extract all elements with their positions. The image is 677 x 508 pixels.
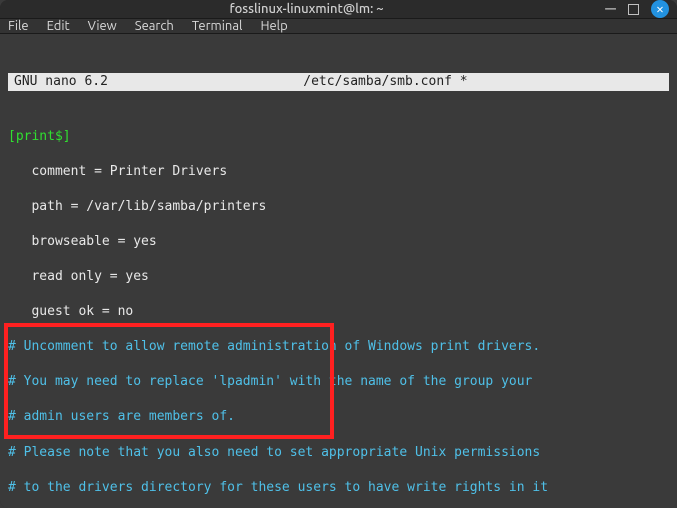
comment-line: # Please note that you also need to set …	[8, 444, 669, 462]
config-section: [print$]	[8, 128, 669, 146]
maximize-icon[interactable]	[628, 4, 639, 15]
menu-edit[interactable]: Edit	[47, 19, 70, 33]
menu-search[interactable]: Search	[135, 19, 174, 33]
config-line: guest ok = no	[8, 303, 669, 321]
terminal-window: fosslinux-linuxmint@lm: ~ — ✕ File Edit …	[0, 0, 677, 508]
menubar: File Edit View Search Terminal Help	[0, 19, 677, 34]
comment-line: # admin users are members of.	[8, 408, 669, 426]
menu-help[interactable]: Help	[260, 19, 287, 33]
window-controls: — ✕	[605, 0, 669, 18]
menu-terminal[interactable]: Terminal	[192, 19, 243, 33]
nano-version: GNU nano 6.2	[14, 73, 108, 91]
menu-view[interactable]: View	[88, 19, 117, 33]
menu-file[interactable]: File	[8, 19, 29, 33]
minimize-icon[interactable]: —	[605, 4, 616, 14]
config-line: read only = yes	[8, 268, 669, 286]
config-line: comment = Printer Drivers	[8, 163, 669, 181]
comment-line: # Uncomment to allow remote administrati…	[8, 338, 669, 356]
config-line: browseable = yes	[8, 233, 669, 251]
comment-line: # to the drivers directory for these use…	[8, 479, 669, 497]
nano-filename: /etc/samba/smb.conf *	[108, 73, 663, 91]
window-title: fosslinux-linuxmint@lm: ~	[8, 2, 605, 16]
terminal-viewport[interactable]: GNU nano 6.2 /etc/samba/smb.conf * [prin…	[0, 34, 677, 508]
comment-line: # You may need to replace 'lpadmin' with…	[8, 373, 669, 391]
titlebar: fosslinux-linuxmint@lm: ~ — ✕	[0, 0, 677, 19]
nano-header: GNU nano 6.2 /etc/samba/smb.conf *	[8, 73, 669, 91]
config-line: path = /var/lib/samba/printers	[8, 198, 669, 216]
close-icon[interactable]: ✕	[651, 0, 669, 18]
